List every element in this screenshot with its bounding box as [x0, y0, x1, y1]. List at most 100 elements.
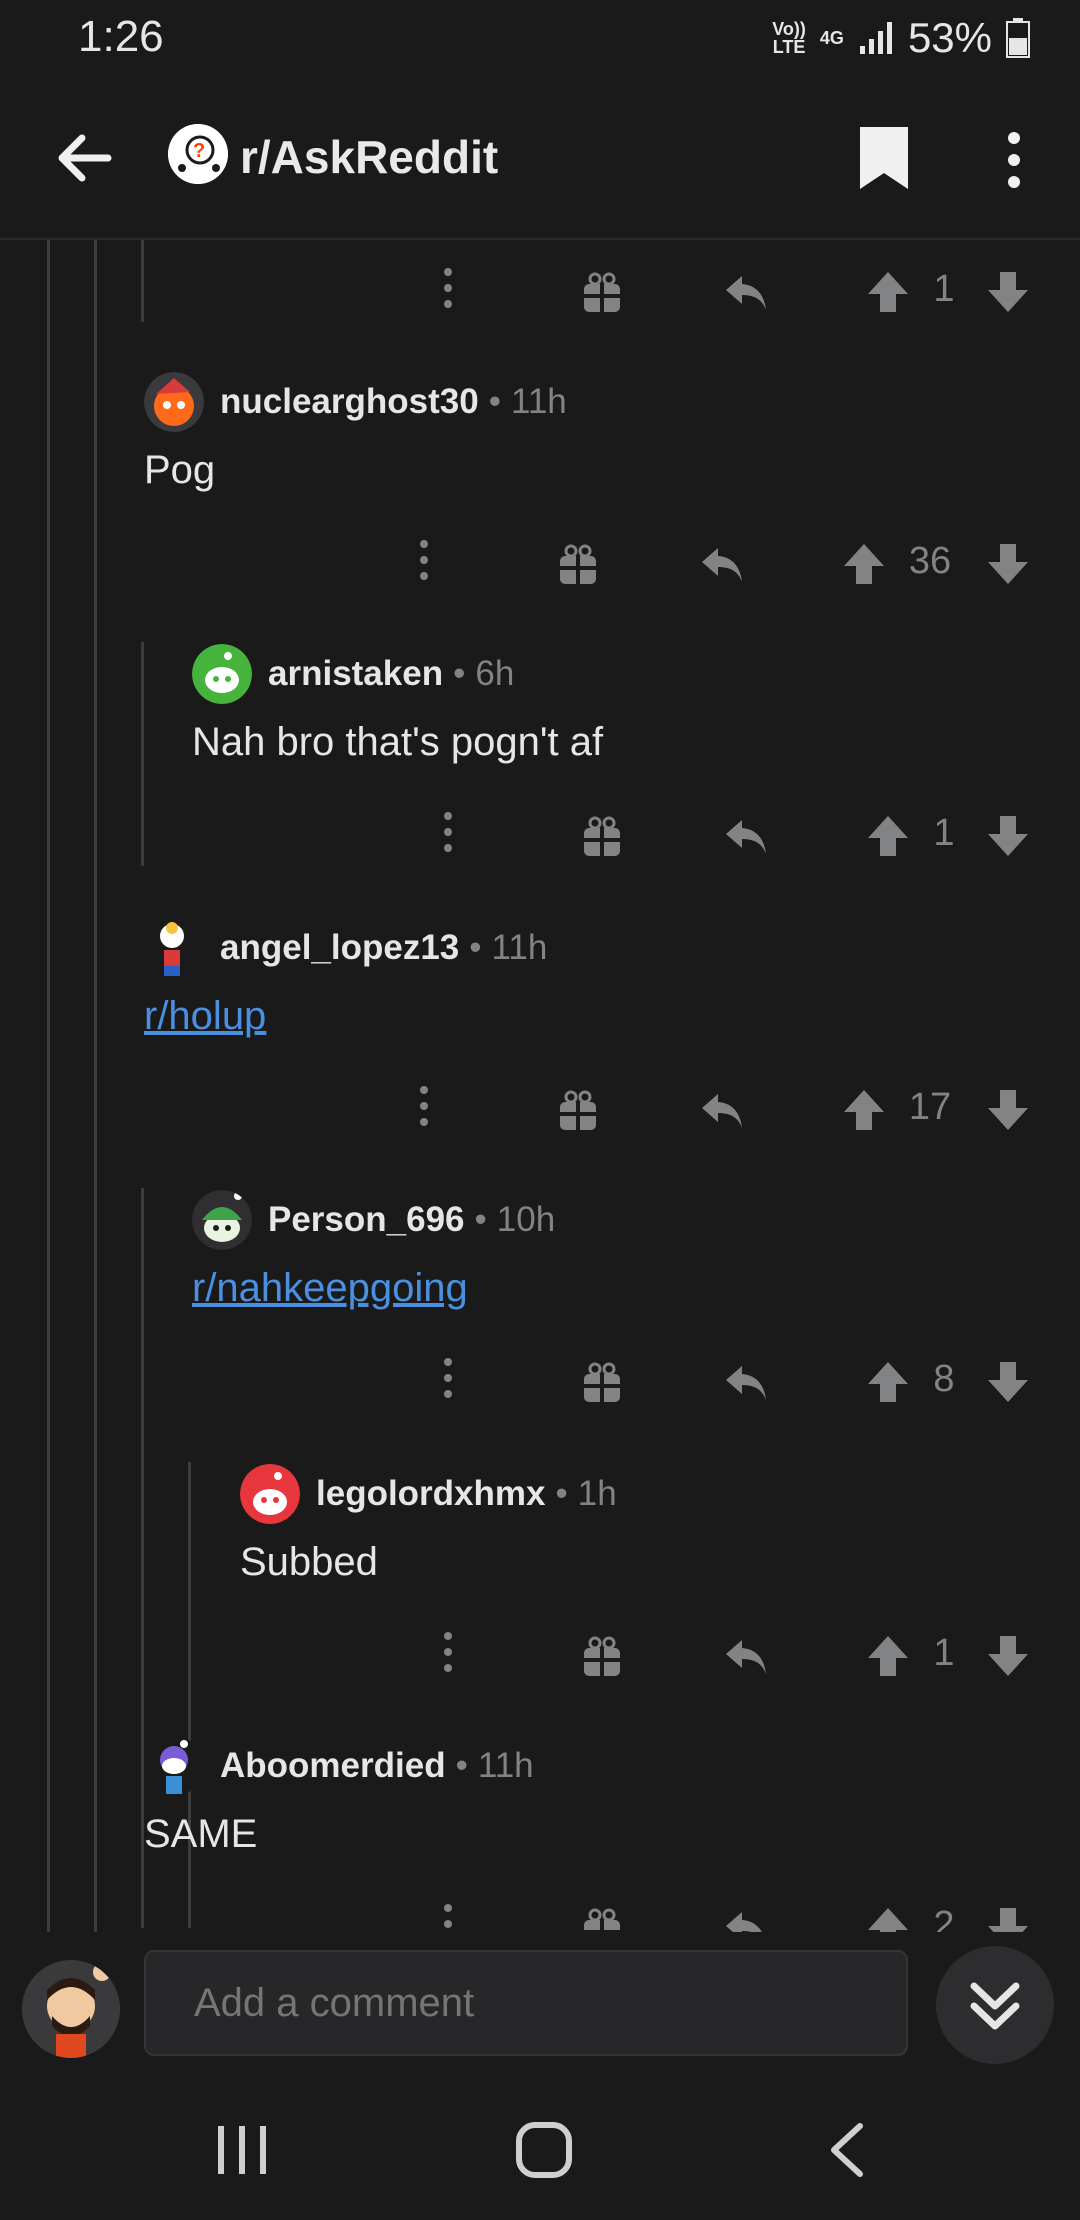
more-options-icon[interactable]: [412, 1080, 436, 1140]
user-avatar[interactable]: [144, 372, 204, 432]
network-type: 4G: [819, 28, 844, 48]
gift-award-icon[interactable]: [556, 542, 600, 586]
reply-icon[interactable]: [722, 1634, 770, 1678]
signal-icon: [859, 22, 892, 54]
username[interactable]: nuclearghost30: [220, 382, 479, 422]
separator-dot: •: [469, 928, 482, 967]
user-avatar[interactable]: [144, 918, 204, 978]
vote-score: 17: [908, 1086, 952, 1128]
bookmark-icon[interactable]: [856, 123, 912, 193]
comment-body: Subbed: [240, 1540, 378, 1584]
reply-icon[interactable]: [722, 1906, 770, 1932]
thread-line: [47, 240, 50, 1932]
upvote-arrow-icon[interactable]: [866, 1906, 910, 1932]
downvote-arrow-icon[interactable]: [986, 1088, 1030, 1132]
more-options-icon[interactable]: [436, 262, 460, 322]
comment-body: Pog: [144, 448, 216, 492]
comment-header: angel_lopez13 • 11h: [144, 916, 1044, 980]
vote-score: 8: [933, 1358, 955, 1400]
more-options-icon[interactable]: [436, 1626, 460, 1686]
user-avatar[interactable]: [144, 1736, 204, 1796]
subreddit-icon[interactable]: ?: [168, 124, 228, 184]
subreddit-link[interactable]: r/holup: [144, 994, 1044, 1039]
back-nav-icon[interactable]: [824, 2120, 868, 2180]
reply-icon[interactable]: [722, 1360, 770, 1404]
gift-award-icon[interactable]: [556, 1088, 600, 1132]
comment-actions: 1: [430, 262, 1030, 332]
upvote-arrow-icon[interactable]: [842, 542, 886, 586]
more-options-icon[interactable]: [436, 1352, 460, 1412]
vote-score: 36: [908, 540, 952, 582]
svg-text:?: ?: [193, 140, 205, 162]
upvote-arrow-icon[interactable]: [842, 1088, 886, 1132]
comment-thread: 1 nuclearghost30 • 11h Pog 36 arnistaken…: [0, 240, 1080, 1932]
user-avatar[interactable]: [240, 1464, 300, 1524]
user-avatar[interactable]: [192, 644, 252, 704]
comment-header: legolordxhmx • 1h: [240, 1462, 1040, 1526]
comment: Aboomerdied • 11h SAME: [144, 1734, 1044, 1857]
my-avatar[interactable]: [22, 1960, 120, 2058]
comment-actions: 8: [430, 1352, 1030, 1422]
subreddit-title[interactable]: r/AskReddit: [240, 130, 498, 184]
status-bar: 1:26 Vo)) LTE 4G 53%: [0, 0, 1080, 78]
downvote-arrow-icon[interactable]: [986, 814, 1030, 858]
back-arrow-icon[interactable]: [50, 123, 120, 193]
separator-dot: •: [555, 1474, 568, 1513]
downvote-arrow-icon[interactable]: [986, 1360, 1030, 1404]
username[interactable]: Person_696: [268, 1200, 465, 1240]
comment-header: Person_696 • 10h: [192, 1188, 1052, 1252]
vote-score: 1: [933, 1632, 955, 1674]
username[interactable]: angel_lopez13: [220, 928, 459, 968]
gift-award-icon[interactable]: [580, 814, 624, 858]
downvote-arrow-icon[interactable]: [986, 542, 1030, 586]
reply-icon[interactable]: [698, 1088, 746, 1132]
comment: Person_696 • 10h r/nahkeepgoing: [192, 1188, 1052, 1311]
comment-body: SAME: [144, 1812, 258, 1856]
thread-line: [141, 642, 144, 866]
jump-to-next-icon[interactable]: [936, 1946, 1054, 2064]
username[interactable]: legolordxhmx: [316, 1474, 545, 1514]
upvote-arrow-icon[interactable]: [866, 1634, 910, 1678]
comment-age: 11h: [491, 928, 548, 967]
downvote-arrow-icon[interactable]: [986, 270, 1030, 314]
gift-award-icon[interactable]: [580, 1906, 624, 1932]
reply-icon[interactable]: [722, 814, 770, 858]
thread-line: [141, 240, 144, 322]
system-nav-bar: [0, 2072, 1080, 2220]
gift-award-icon[interactable]: [580, 1634, 624, 1678]
gift-award-icon[interactable]: [580, 1360, 624, 1404]
upvote-arrow-icon[interactable]: [866, 270, 910, 314]
username[interactable]: arnistaken: [268, 654, 443, 694]
home-icon[interactable]: [514, 2120, 574, 2180]
more-options-icon[interactable]: [436, 806, 460, 866]
reply-icon[interactable]: [698, 542, 746, 586]
comment-actions: 1: [430, 1626, 1030, 1696]
separator-dot: •: [474, 1200, 487, 1239]
status-icons: Vo)) LTE 4G 53%: [772, 14, 1030, 62]
gift-award-icon[interactable]: [580, 270, 624, 314]
vote-score: 1: [933, 812, 955, 854]
upvote-arrow-icon[interactable]: [866, 1360, 910, 1404]
username[interactable]: Aboomerdied: [220, 1746, 446, 1786]
user-avatar[interactable]: [192, 1190, 252, 1250]
comment: arnistaken • 6h Nah bro that's pogn't af: [192, 642, 1052, 765]
overflow-menu-icon[interactable]: [996, 130, 1032, 190]
comment-age: 11h: [510, 382, 567, 421]
separator-dot: •: [488, 382, 501, 421]
separator-dot: •: [455, 1746, 468, 1785]
upvote-arrow-icon[interactable]: [866, 814, 910, 858]
comment-actions: 36: [406, 534, 1030, 604]
downvote-arrow-icon[interactable]: [986, 1906, 1030, 1932]
recent-apps-icon[interactable]: [214, 2122, 270, 2178]
more-options-icon[interactable]: [436, 1898, 460, 1932]
comment: legolordxhmx • 1h Subbed: [240, 1462, 1040, 1585]
subreddit-link[interactable]: r/nahkeepgoing: [192, 1266, 1052, 1311]
more-options-icon[interactable]: [412, 534, 436, 594]
downvote-arrow-icon[interactable]: [986, 1634, 1030, 1678]
comment-actions: 17: [406, 1080, 1030, 1150]
reply-icon[interactable]: [722, 270, 770, 314]
thread-line: [188, 1462, 191, 1928]
comment: angel_lopez13 • 11h r/holup: [144, 916, 1044, 1039]
add-comment-input[interactable]: [144, 1950, 908, 2056]
comment-header: Aboomerdied • 11h: [144, 1734, 1044, 1798]
